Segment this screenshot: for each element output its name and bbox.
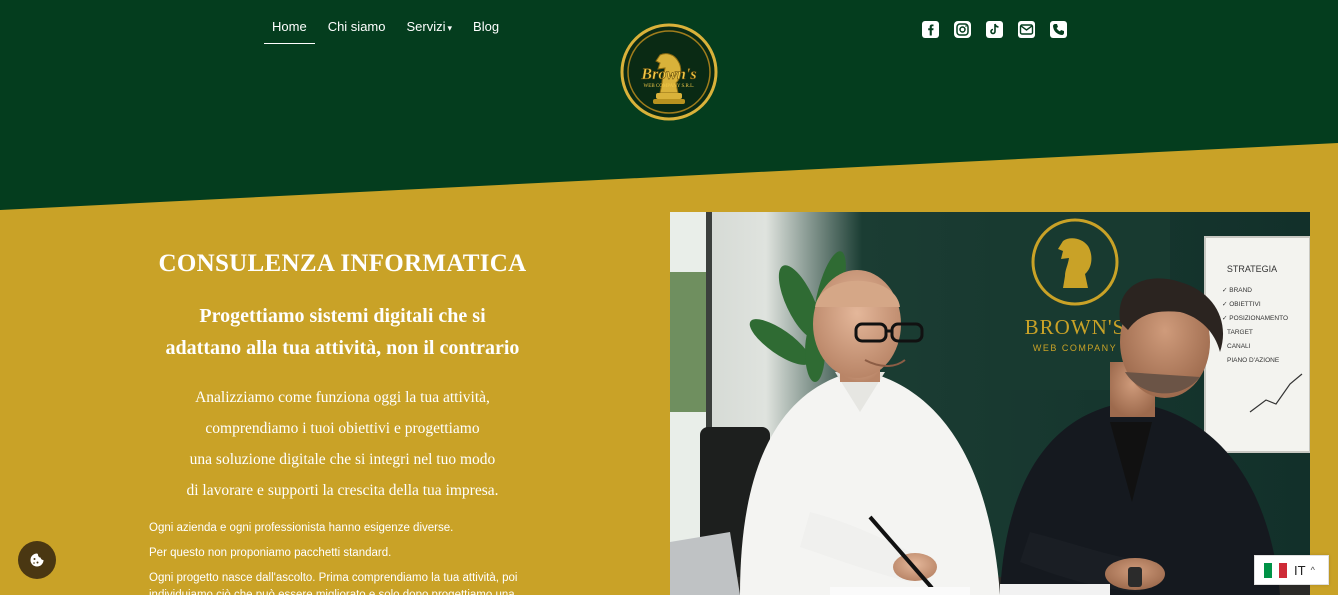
svg-text:✓ POSIZIONAMENTO: ✓ POSIZIONAMENTO <box>1222 315 1288 322</box>
cookie-settings-button[interactable] <box>18 541 56 579</box>
phone-icon[interactable] <box>1050 21 1067 38</box>
hero-subtitle-line: Progettiamo sistemi digitali che si <box>199 305 486 327</box>
hero-paragraph: Analizziamo come funziona oggi la tua at… <box>120 382 565 506</box>
svg-text:✓ BRAND: ✓ BRAND <box>1222 287 1252 294</box>
svg-text:✓ OBIETTIVI: ✓ OBIETTIVI <box>1222 301 1261 308</box>
svg-text:WEB COMPANY: WEB COMPANY <box>1033 343 1117 353</box>
svg-text:PIANO D'AZIONE: PIANO D'AZIONE <box>1227 357 1280 364</box>
main-nav: Home Chi siamo Servizi ▾ Blog <box>264 14 512 44</box>
body-text-2: Per questo non proponiamo pacchetti stan… <box>149 547 392 559</box>
brand-logo[interactable]: Brown's WEB COMPANY S.R.L. <box>620 23 718 121</box>
hero-paragraph-line: una soluzione digitale che si integri ne… <box>189 451 496 468</box>
hero-paragraph-line: Analizziamo come funziona oggi la tua at… <box>195 389 490 406</box>
language-switcher[interactable]: IT ^ <box>1254 555 1329 585</box>
chevron-down-icon: ▾ <box>447 23 453 33</box>
facebook-icon[interactable] <box>922 21 939 38</box>
svg-text:WEB COMPANY S.R.L.: WEB COMPANY S.R.L. <box>644 84 695 89</box>
hero-photo: BROWN'S WEB COMPANY STRATEGIA ✓ BRAND ✓ … <box>670 212 1310 595</box>
instagram-icon[interactable] <box>954 21 971 38</box>
language-code: IT <box>1294 562 1306 578</box>
site-header: Home Chi siamo Servizi ▾ Blog Brown's WEB… <box>0 0 1338 210</box>
nav-chi-siamo[interactable]: Chi siamo <box>320 14 394 44</box>
nav-servizi[interactable]: Servizi ▾ <box>398 14 460 44</box>
body-text-1: Ogni azienda e ogni professionista hanno… <box>149 522 454 534</box>
svg-text:TARGET: TARGET <box>1227 329 1253 336</box>
social-links <box>922 21 1067 38</box>
nav-home[interactable]: Home <box>264 14 315 44</box>
svg-text:CANALI: CANALI <box>1227 343 1251 350</box>
mail-icon[interactable] <box>1018 21 1035 38</box>
nav-blog[interactable]: Blog <box>465 14 507 44</box>
hero-paragraph-line: comprendiamo i tuoi obiettivi e progetti… <box>205 420 480 437</box>
svg-text:BROWN'S: BROWN'S <box>1025 315 1126 339</box>
hero-paragraph-line: di lavorare e supporti la crescita della… <box>186 482 499 499</box>
nav-servizi-label: Servizi <box>406 19 446 34</box>
chevron-up-icon: ^ <box>1310 565 1315 575</box>
body-text-3: Ogni progetto nasce dall'ascolto. Prima … <box>149 572 518 595</box>
hero-text: CONSULENZA INFORMATICA Progettiamo siste… <box>120 250 565 506</box>
hero-subtitle-line: adattano alla tua attività, non il contr… <box>165 337 520 359</box>
cookie-icon <box>30 553 44 567</box>
svg-text:STRATEGIA: STRATEGIA <box>1227 264 1277 274</box>
hero-subtitle: Progettiamo sistemi digitali che si adat… <box>120 300 565 364</box>
tiktok-icon[interactable] <box>986 21 1003 38</box>
italy-flag-icon <box>1264 562 1288 578</box>
svg-text:Brown's: Brown's <box>640 66 696 83</box>
hero-title: CONSULENZA INFORMATICA <box>158 250 527 277</box>
